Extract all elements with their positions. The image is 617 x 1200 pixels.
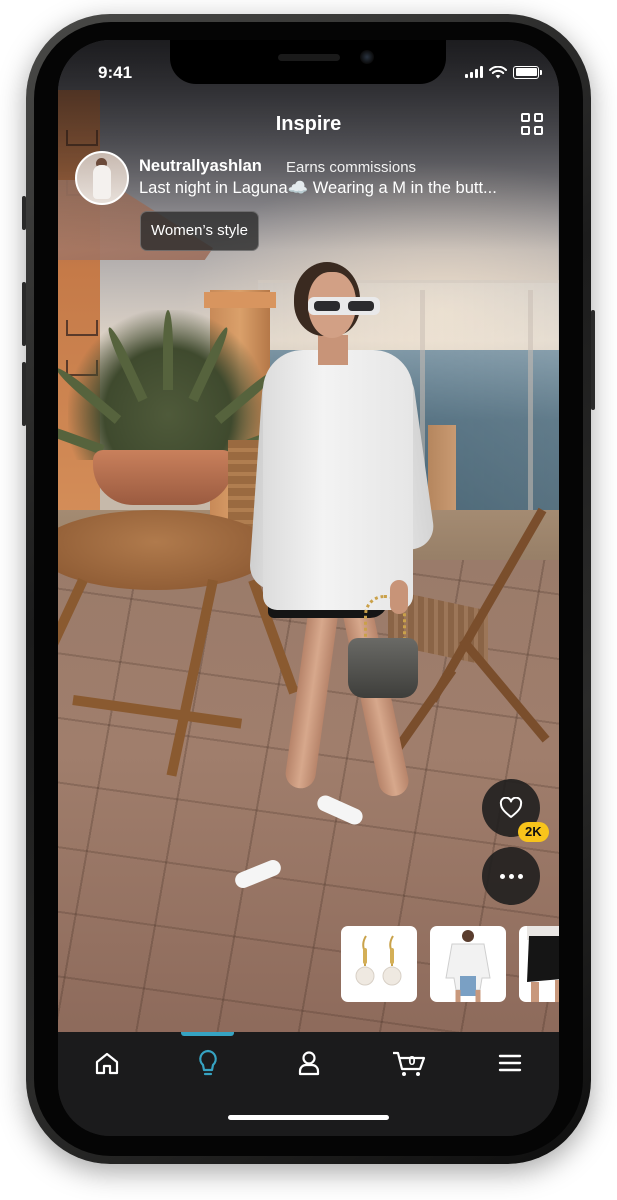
menu-icon (498, 1054, 522, 1072)
more-options-icon (499, 873, 523, 879)
black-skirt-image (527, 926, 559, 1002)
speaker-grille (278, 54, 340, 61)
cellular-signal-icon (465, 66, 483, 78)
bottom-tab-bar: 0 (58, 1032, 559, 1136)
wifi-icon (489, 65, 507, 78)
white-shirt (263, 350, 413, 610)
volume-up-button (22, 282, 26, 346)
page-title: Inspire (275, 113, 342, 135)
grid-view-icon[interactable] (521, 113, 543, 135)
creator-name[interactable]: Neutrallyashlan (139, 157, 262, 176)
handbag (348, 638, 418, 698)
cart-count: 0 (408, 1053, 415, 1068)
plant-pot (93, 450, 233, 505)
status-time: 9:41 (98, 63, 133, 82)
sunglasses (308, 297, 380, 315)
tab-menu[interactable] (486, 1046, 534, 1080)
post-caption[interactable]: Last night in Laguna☁️ Wearing a M in th… (139, 179, 545, 198)
home-icon (95, 1052, 119, 1075)
agave-plant (58, 310, 310, 460)
neck (318, 335, 348, 365)
pearl-earrings-image (355, 935, 402, 986)
front-camera (360, 50, 374, 64)
hand (390, 580, 408, 614)
more-options-button[interactable] (482, 847, 540, 905)
heart-icon (499, 797, 523, 818)
tab-cart[interactable]: 0 (385, 1046, 433, 1080)
volume-down-button (22, 362, 26, 426)
cart-icon: 0 (393, 1051, 426, 1076)
notch (170, 40, 446, 84)
creator-avatar[interactable] (75, 151, 129, 205)
white-shirt-image (445, 930, 491, 1002)
womens-style-tag[interactable]: Women’s style (140, 211, 259, 251)
home-indicator[interactable] (228, 1115, 389, 1120)
product-tile-skirt[interactable] (519, 926, 559, 1002)
earns-commissions-label: Earns commissions (286, 159, 417, 176)
tab-inspire[interactable] (184, 1046, 232, 1080)
silent-switch (22, 196, 26, 230)
battery-icon (513, 65, 542, 79)
product-tile-earrings[interactable] (341, 926, 417, 1002)
product-tile-shirt[interactable] (430, 926, 506, 1002)
power-button (591, 310, 595, 410)
pillar-cap (204, 292, 276, 308)
account-icon (298, 1051, 320, 1076)
tab-home[interactable] (83, 1046, 131, 1080)
tab-account[interactable] (285, 1046, 333, 1080)
status-icons (465, 64, 542, 80)
lightbulb-icon (199, 1049, 217, 1076)
like-count-badge: 2K (518, 822, 549, 842)
phone-screen: 9:41 Inspire Neutrallyashlan Earns commi… (58, 40, 559, 1136)
active-tab-indicator (181, 1032, 234, 1036)
